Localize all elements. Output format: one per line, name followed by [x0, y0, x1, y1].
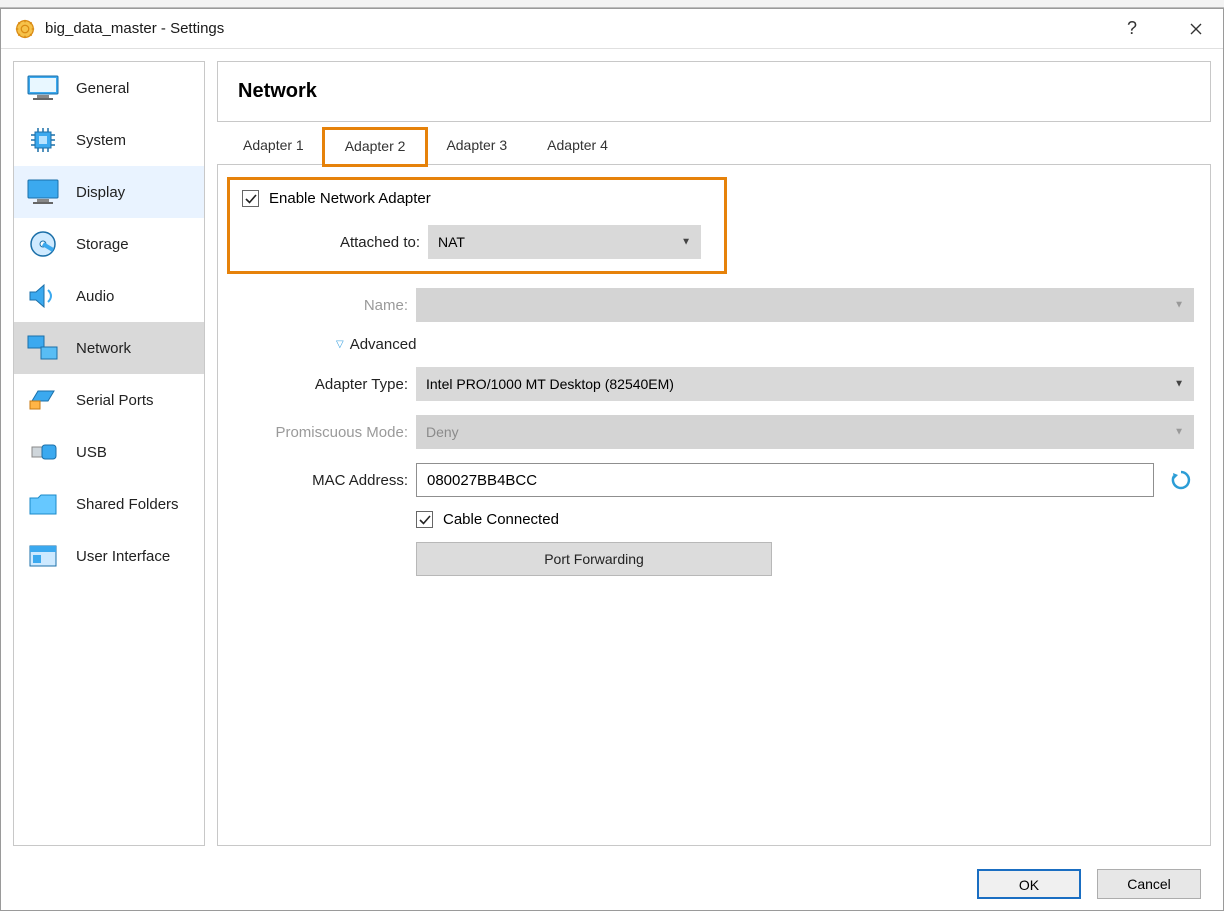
- main-heading-box: Network: [217, 61, 1211, 122]
- cable-connected-label: Cable Connected: [443, 511, 559, 528]
- sidebar-item-usb[interactable]: USB: [14, 426, 204, 478]
- mac-address-label: MAC Address:: [230, 472, 416, 489]
- cable-connected-checkbox[interactable]: [416, 511, 433, 528]
- attached-to-label: Attached to:: [242, 234, 428, 251]
- sidebar-item-storage[interactable]: Storage: [14, 218, 204, 270]
- name-label: Name:: [230, 297, 416, 314]
- enable-network-adapter-checkbox[interactable]: [242, 190, 259, 207]
- name-select[interactable]: ▼: [416, 288, 1194, 322]
- port-forwarding-button[interactable]: Port Forwarding: [416, 542, 772, 576]
- adapter-tabs: Adapter 1 Adapter 2 Adapter 3 Adapter 4: [217, 128, 1211, 165]
- adapter-type-select[interactable]: Intel PRO/1000 MT Desktop (82540EM) ▼: [416, 367, 1194, 401]
- sidebar-item-label: User Interface: [76, 548, 170, 565]
- advanced-toggle[interactable]: ▽ Advanced: [336, 336, 1194, 353]
- check-icon: [245, 193, 257, 205]
- chevron-down-icon: ▼: [1174, 300, 1184, 311]
- display-icon: [26, 178, 60, 206]
- chevron-down-icon: ▼: [1174, 379, 1184, 390]
- sidebar-item-network[interactable]: Network: [14, 322, 204, 374]
- serial-port-icon: [26, 386, 60, 414]
- dialog-footer: OK Cancel: [1, 858, 1223, 910]
- main-panel: Network Adapter 1 Adapter 2 Adapter 3 Ad…: [217, 61, 1211, 846]
- sidebar-item-system[interactable]: System: [14, 114, 204, 166]
- ok-button[interactable]: OK: [977, 869, 1081, 899]
- settings-dialog: big_data_master - Settings ? General Sys…: [0, 8, 1224, 911]
- close-button[interactable]: [1173, 9, 1219, 49]
- promiscuous-mode-value: Deny: [426, 424, 459, 440]
- chevron-down-icon: ▼: [681, 237, 691, 248]
- regenerate-mac-button[interactable]: [1168, 467, 1194, 493]
- sidebar-item-label: Network: [76, 340, 131, 357]
- mac-address-input[interactable]: [416, 463, 1154, 497]
- sidebar-item-user-interface[interactable]: User Interface: [14, 530, 204, 582]
- ui-icon: [26, 542, 60, 570]
- refresh-icon: [1170, 469, 1192, 491]
- network-icon: [26, 334, 60, 362]
- sidebar-item-label: Storage: [76, 236, 129, 253]
- promiscuous-mode-select[interactable]: Deny ▼: [416, 415, 1194, 449]
- sidebar-item-serial-ports[interactable]: Serial Ports: [14, 374, 204, 426]
- sidebar-item-audio[interactable]: Audio: [14, 270, 204, 322]
- settings-sidebar: General System Display Storage Audio: [13, 61, 205, 846]
- tab-adapter-2[interactable]: Adapter 2: [324, 129, 427, 165]
- chevron-down-icon: ▼: [1174, 427, 1184, 438]
- enable-network-adapter-label: Enable Network Adapter: [269, 190, 431, 207]
- sidebar-item-label: System: [76, 132, 126, 149]
- context-help-button[interactable]: ?: [1109, 9, 1155, 49]
- attached-to-select[interactable]: NAT ▼: [428, 225, 701, 259]
- folder-icon: [26, 490, 60, 518]
- parent-menubar-ghost: [0, 0, 1224, 8]
- adapter-type-label: Adapter Type:: [230, 376, 416, 393]
- sidebar-item-label: Audio: [76, 288, 114, 305]
- app-icon: [15, 19, 35, 39]
- highlighted-region: Enable Network Adapter Attached to: NAT …: [227, 177, 727, 274]
- attached-to-value: NAT: [438, 234, 465, 250]
- chip-icon: [26, 126, 60, 154]
- check-icon: [419, 514, 431, 526]
- sidebar-item-label: General: [76, 80, 129, 97]
- sidebar-item-label: Shared Folders: [76, 496, 179, 513]
- sidebar-item-label: Serial Ports: [76, 392, 154, 409]
- tab-adapter-4[interactable]: Adapter 4: [527, 129, 628, 165]
- disk-icon: [26, 230, 60, 258]
- tab-adapter-3[interactable]: Adapter 3: [426, 129, 527, 165]
- page-title: Network: [238, 80, 1190, 103]
- sidebar-item-label: Display: [76, 184, 125, 201]
- monitor-icon: [26, 74, 60, 102]
- triangle-down-icon: ▽: [336, 339, 344, 350]
- sidebar-item-label: USB: [76, 444, 107, 461]
- adapter-content: Enable Network Adapter Attached to: NAT …: [217, 165, 1211, 846]
- speaker-icon: [26, 282, 60, 310]
- advanced-label: Advanced: [350, 336, 417, 353]
- usb-icon: [26, 438, 60, 466]
- tab-adapter-1[interactable]: Adapter 1: [223, 129, 324, 165]
- close-icon: [1190, 23, 1202, 35]
- titlebar: big_data_master - Settings ?: [1, 9, 1223, 49]
- sidebar-item-general[interactable]: General: [14, 62, 204, 114]
- window-title: big_data_master - Settings: [45, 20, 1109, 37]
- cancel-button[interactable]: Cancel: [1097, 869, 1201, 899]
- sidebar-item-shared-folders[interactable]: Shared Folders: [14, 478, 204, 530]
- adapter-type-value: Intel PRO/1000 MT Desktop (82540EM): [426, 376, 674, 392]
- promiscuous-mode-label: Promiscuous Mode:: [230, 424, 416, 441]
- sidebar-item-display[interactable]: Display: [14, 166, 204, 218]
